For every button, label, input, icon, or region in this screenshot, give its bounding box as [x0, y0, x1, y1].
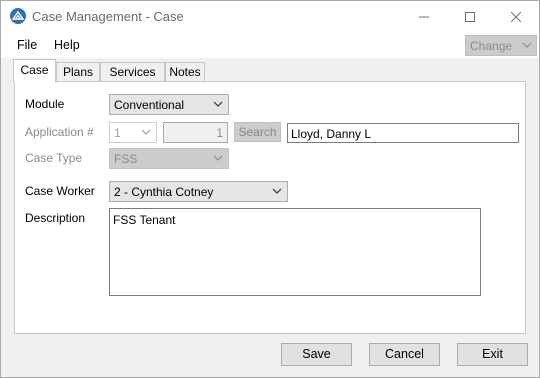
change-dropdown[interactable]: Change: [465, 35, 537, 56]
tab-plans[interactable]: Plans: [56, 62, 100, 81]
description-label: Description: [25, 211, 86, 225]
application-number-field[interactable]: 1: [163, 122, 228, 143]
chevron-down-icon: [213, 101, 223, 107]
case-type-dropdown[interactable]: FSS: [109, 148, 229, 169]
case-type-value: FSS: [114, 152, 138, 166]
case-management-window: Case Management - Case File Help Change …: [0, 0, 540, 378]
app-logo-icon: [10, 8, 26, 24]
case-worker-label: Case Worker: [25, 184, 95, 198]
title-bar: Case Management - Case: [1, 1, 539, 32]
module-value: Conventional: [114, 98, 185, 112]
case-worker-value: 2 - Cynthia Cotney: [114, 185, 214, 199]
save-button[interactable]: Save: [281, 343, 352, 366]
case-worker-dropdown[interactable]: 2 - Cynthia Cotney: [109, 181, 288, 202]
minimize-icon: [419, 16, 429, 17]
application-dropdown-value: 1: [114, 126, 121, 140]
applicant-name-value: Lloyd, Danny L: [291, 127, 372, 141]
exit-button[interactable]: Exit: [457, 343, 528, 366]
window-title: Case Management - Case: [32, 9, 184, 24]
cancel-button[interactable]: Cancel: [369, 343, 440, 366]
close-icon: [511, 11, 521, 22]
case-type-label: Case Type: [25, 151, 83, 165]
application-dropdown[interactable]: 1: [109, 122, 157, 143]
maximize-icon: [465, 11, 475, 22]
application-label: Application #: [25, 125, 94, 139]
chevron-down-icon: [141, 129, 151, 135]
search-button[interactable]: Search: [234, 122, 281, 142]
tab-services[interactable]: Services: [100, 62, 165, 81]
tab-notes[interactable]: Notes: [165, 62, 205, 81]
menu-file[interactable]: File: [17, 38, 37, 52]
application-number-value: 1: [216, 126, 223, 140]
close-button[interactable]: [493, 1, 539, 32]
chevron-down-icon: [213, 155, 223, 161]
module-label: Module: [25, 97, 65, 111]
menu-help[interactable]: Help: [54, 38, 80, 52]
applicant-name-field[interactable]: Lloyd, Danny L: [287, 123, 519, 143]
module-dropdown[interactable]: Conventional: [109, 94, 229, 115]
chevron-down-icon: [272, 188, 282, 194]
tab-case[interactable]: Case: [13, 59, 56, 82]
description-textarea[interactable]: FSS Tenant: [109, 208, 481, 296]
minimize-button[interactable]: [401, 1, 447, 32]
change-dropdown-value: Change: [470, 39, 513, 53]
maximize-button[interactable]: [447, 1, 493, 32]
description-value: FSS Tenant: [113, 213, 176, 227]
menu-bar: File Help: [1, 32, 539, 58]
chevron-down-icon: [522, 42, 532, 48]
